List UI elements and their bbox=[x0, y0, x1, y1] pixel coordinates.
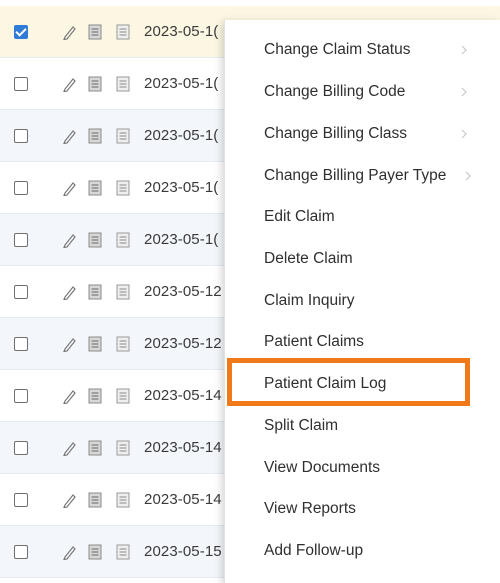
pencil-icon[interactable] bbox=[62, 336, 76, 352]
menu-item-label: Edit Claim bbox=[264, 208, 335, 225]
notes-icon[interactable] bbox=[116, 180, 130, 196]
document-icon[interactable] bbox=[88, 388, 102, 404]
menu-item-patient-claims[interactable]: Patient Claims bbox=[225, 321, 500, 363]
document-icon[interactable] bbox=[88, 492, 102, 508]
notes-icon[interactable] bbox=[116, 128, 130, 144]
pencil-icon[interactable] bbox=[62, 24, 76, 40]
pencil-icon[interactable] bbox=[62, 128, 76, 144]
menu-item-patient-claim-log[interactable]: Patient Claim Log bbox=[225, 363, 500, 405]
chevron-right-icon bbox=[461, 87, 467, 97]
menu-item-label: Change Claim Status bbox=[264, 41, 411, 58]
menu-item-add-follow-up[interactable]: Add Follow-up bbox=[225, 530, 500, 572]
menu-item-label: Change Billing Class bbox=[264, 125, 408, 142]
menu-item-change-billing-class[interactable]: Change Billing Class bbox=[225, 113, 500, 155]
pencil-icon[interactable] bbox=[62, 544, 76, 560]
notes-icon[interactable] bbox=[116, 336, 130, 352]
row-checkbox[interactable] bbox=[14, 128, 28, 143]
claim-date: 2023-05-14 bbox=[144, 387, 222, 404]
menu-item-label: Claim Inquiry bbox=[264, 292, 355, 309]
menu-item-claim-inquiry[interactable]: Claim Inquiry bbox=[225, 280, 500, 322]
notes-icon[interactable] bbox=[116, 284, 130, 300]
menu-item-view-documents[interactable]: View Documents bbox=[225, 447, 500, 489]
notes-icon[interactable] bbox=[116, 24, 130, 40]
pencil-icon[interactable] bbox=[62, 180, 76, 196]
document-icon[interactable] bbox=[88, 232, 102, 248]
chevron-right-icon bbox=[461, 129, 467, 139]
menu-item-split-claim[interactable]: Split Claim bbox=[225, 405, 500, 447]
claim-date: 2023-05-1( bbox=[144, 127, 219, 144]
menu-item-change-claim-status[interactable]: Change Claim Status bbox=[225, 29, 500, 71]
notes-icon[interactable] bbox=[116, 388, 130, 404]
claim-date: 2023-05-14 bbox=[144, 491, 222, 508]
document-icon[interactable] bbox=[88, 128, 102, 144]
pencil-icon[interactable] bbox=[62, 232, 76, 248]
row-checkbox[interactable] bbox=[14, 544, 28, 559]
row-checkbox[interactable] bbox=[14, 492, 28, 507]
pencil-icon[interactable] bbox=[62, 388, 76, 404]
notes-icon[interactable] bbox=[116, 232, 130, 248]
pencil-icon[interactable] bbox=[62, 284, 76, 300]
claim-date: 2023-05-1( bbox=[144, 23, 219, 40]
row-checkbox[interactable] bbox=[14, 336, 28, 351]
claim-date: 2023-05-1( bbox=[144, 179, 219, 196]
document-icon[interactable] bbox=[88, 76, 102, 92]
menu-item-label: Add Follow-up bbox=[264, 542, 364, 559]
row-checkbox[interactable] bbox=[14, 440, 28, 455]
menu-item-view-reports[interactable]: View Reports bbox=[225, 488, 500, 530]
document-icon[interactable] bbox=[88, 24, 102, 40]
menu-item-label: Delete Claim bbox=[264, 250, 353, 267]
row-checkbox[interactable] bbox=[14, 24, 28, 39]
document-icon[interactable] bbox=[88, 180, 102, 196]
notes-icon[interactable] bbox=[116, 492, 130, 508]
menu-item-label: Patient Claim Log bbox=[264, 375, 387, 392]
menu-item-label: View Documents bbox=[264, 459, 381, 476]
chevron-right-icon bbox=[461, 45, 467, 55]
menu-item-change-billing-payer-type[interactable]: Change Billing Payer Type bbox=[225, 155, 500, 197]
claim-date: 2023-05-12 bbox=[144, 335, 222, 352]
notes-icon[interactable] bbox=[116, 440, 130, 456]
claim-date: 2023-05-15 bbox=[144, 543, 222, 560]
chevron-right-icon bbox=[465, 171, 471, 181]
menu-item-label: Split Claim bbox=[264, 417, 339, 434]
notes-icon[interactable] bbox=[116, 76, 130, 92]
row-checkbox[interactable] bbox=[14, 388, 28, 403]
claim-date: 2023-05-1( bbox=[144, 75, 219, 92]
pencil-icon[interactable] bbox=[62, 440, 76, 456]
notes-icon[interactable] bbox=[116, 544, 130, 560]
document-icon[interactable] bbox=[88, 284, 102, 300]
menu-item-edit-claim[interactable]: Edit Claim bbox=[225, 196, 500, 238]
menu-item-label: View Reports bbox=[264, 500, 356, 517]
row-checkbox[interactable] bbox=[14, 284, 28, 299]
document-icon[interactable] bbox=[88, 544, 102, 560]
claim-date: 2023-05-14 bbox=[144, 439, 222, 456]
context-menu: Change Claim Status Change Billing Code … bbox=[224, 20, 500, 583]
document-icon[interactable] bbox=[88, 336, 102, 352]
pencil-icon[interactable] bbox=[62, 76, 76, 92]
row-checkbox[interactable] bbox=[14, 180, 28, 195]
document-icon[interactable] bbox=[88, 440, 102, 456]
menu-item-change-billing-code[interactable]: Change Billing Code bbox=[225, 71, 500, 113]
pencil-icon[interactable] bbox=[62, 492, 76, 508]
claim-date: 2023-05-1( bbox=[144, 231, 219, 248]
row-checkbox[interactable] bbox=[14, 76, 28, 91]
menu-item-label: Change Billing Code bbox=[264, 83, 406, 100]
claim-date: 2023-05-12 bbox=[144, 283, 222, 300]
row-checkbox[interactable] bbox=[14, 232, 28, 247]
menu-item-label: Patient Claims bbox=[264, 333, 364, 350]
menu-item-label: Change Billing Payer Type bbox=[264, 167, 447, 184]
menu-item-delete-claim[interactable]: Delete Claim bbox=[225, 238, 500, 280]
